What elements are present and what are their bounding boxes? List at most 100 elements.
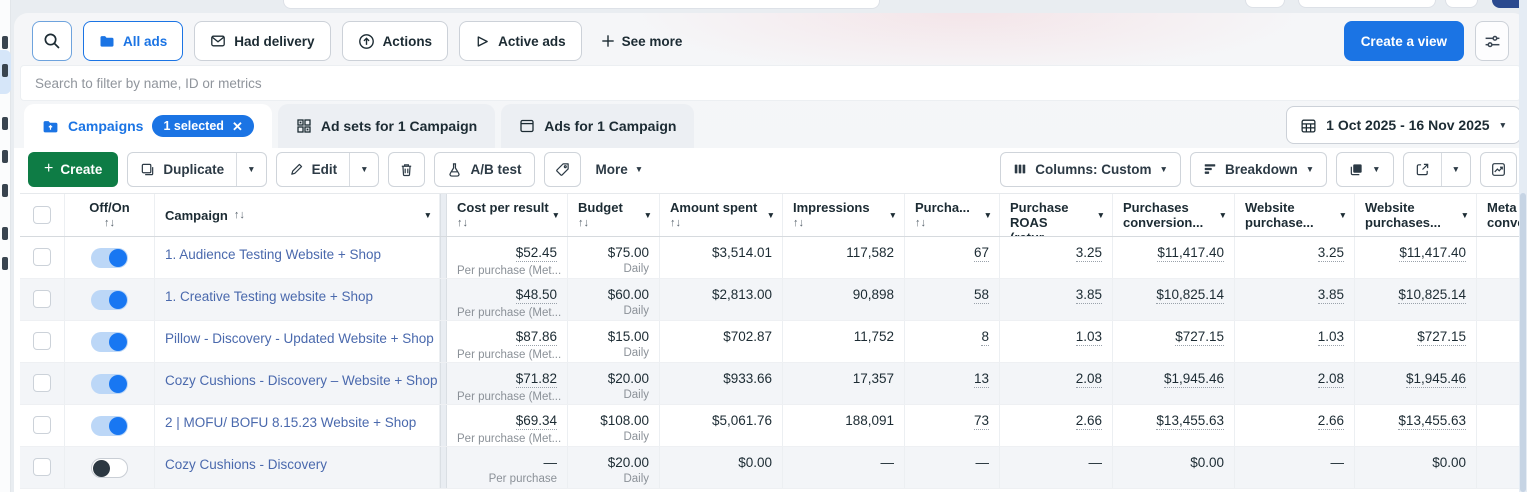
- column-header-off-on[interactable]: Off/On ↑↓: [65, 194, 155, 236]
- column-header-purchase-roas[interactable]: Purchase ROAS (retur... ▼: [1000, 194, 1113, 236]
- create-button[interactable]: + Create: [28, 152, 118, 187]
- rail-icon[interactable]: [2, 150, 8, 163]
- cost-per-result-value[interactable]: $52.45: [516, 245, 557, 262]
- cost-per-result-value[interactable]: $48.50: [516, 287, 557, 304]
- chevron-down-icon[interactable]: ▼: [644, 210, 652, 220]
- sort-icon[interactable]: ↑↓: [75, 217, 144, 229]
- purchases-conversion-value[interactable]: $1,945.46: [1164, 371, 1224, 388]
- chevron-down-icon[interactable]: ▼: [1097, 210, 1105, 220]
- edit-button[interactable]: Edit: [277, 153, 350, 186]
- clear-selection-icon[interactable]: ✕: [232, 120, 243, 133]
- campaign-toggle[interactable]: [91, 374, 128, 394]
- export-options-button[interactable]: ▼: [1441, 153, 1470, 186]
- column-header-website-purchases[interactable]: Website purchases... ▼: [1355, 194, 1477, 236]
- date-range-picker[interactable]: 1 Oct 2025 - 16 Nov 2025 ▼: [1286, 106, 1521, 144]
- column-header-campaign[interactable]: Campaign ↑↓ ▼: [155, 194, 440, 236]
- sort-icon[interactable]: ↑↓: [915, 217, 989, 229]
- cost-per-result-value[interactable]: $69.34: [516, 413, 557, 430]
- budget-value[interactable]: $60.00: [608, 287, 649, 302]
- cost-per-result-value[interactable]: $71.82: [516, 371, 557, 388]
- website-purchase-roas-value[interactable]: 1.03: [1318, 329, 1344, 346]
- vertical-scrollbar[interactable]: [1519, 0, 1527, 492]
- website-purchases-value[interactable]: $0.00: [1432, 455, 1466, 470]
- campaign-name-link[interactable]: Cozy Cushions - Discovery – Website + Sh…: [165, 373, 438, 388]
- filter-pill-actions[interactable]: Actions: [342, 21, 449, 61]
- cost-per-result-value[interactable]: $87.86: [516, 329, 557, 346]
- delete-button[interactable]: [388, 152, 425, 187]
- tab-ad-sets[interactable]: Ad sets for 1 Campaign: [278, 104, 495, 148]
- campaign-toggle[interactable]: [91, 332, 128, 352]
- purchase-roas-value[interactable]: 2.66: [1076, 413, 1102, 430]
- purchases-conversion-value[interactable]: $10,825.14: [1156, 287, 1224, 304]
- website-purchase-roas-value[interactable]: 3.85: [1318, 287, 1344, 304]
- purchase-roas-value[interactable]: 3.85: [1076, 287, 1102, 304]
- sort-icon[interactable]: ↑↓: [793, 217, 894, 229]
- search-filter-button[interactable]: [32, 21, 72, 61]
- website-purchases-value[interactable]: $13,455.63: [1398, 413, 1466, 430]
- row-checkbox[interactable]: [33, 248, 51, 266]
- columns-button[interactable]: Columns: Custom ▼: [1000, 152, 1181, 187]
- campaign-name-link[interactable]: Pillow - Discovery - Updated Website + S…: [165, 331, 434, 346]
- tab-ads[interactable]: Ads for 1 Campaign: [501, 104, 694, 148]
- budget-value[interactable]: $108.00: [600, 413, 649, 428]
- chevron-down-icon[interactable]: ▼: [1461, 210, 1469, 220]
- sort-icon[interactable]: ↑↓: [670, 217, 772, 229]
- purchases-value[interactable]: 13: [974, 371, 989, 388]
- search-input[interactable]: [20, 65, 1521, 101]
- purchases-value[interactable]: 8: [981, 329, 989, 346]
- column-header-meta-conversions[interactable]: Meta conve: [1477, 194, 1521, 236]
- tab-campaigns[interactable]: Campaigns 1 selected ✕: [24, 104, 272, 148]
- view-settings-button[interactable]: [1475, 21, 1509, 61]
- campaign-toggle[interactable]: [91, 248, 128, 268]
- rail-icon[interactable]: [2, 184, 8, 197]
- column-header-amount-spent[interactable]: Amount spent↑↓ ▼: [660, 194, 783, 236]
- breakdown-button[interactable]: Breakdown ▼: [1190, 152, 1327, 187]
- website-purchase-roas-value[interactable]: 2.66: [1318, 413, 1344, 430]
- filter-pill-had-delivery[interactable]: Had delivery: [194, 21, 330, 61]
- chevron-down-icon[interactable]: ▼: [889, 210, 897, 220]
- row-checkbox[interactable]: [33, 332, 51, 350]
- purchases-conversion-value[interactable]: $0.00: [1190, 455, 1224, 470]
- budget-value[interactable]: $75.00: [608, 245, 649, 260]
- rail-icon[interactable]: [2, 257, 8, 270]
- purchases-value[interactable]: 67: [974, 245, 989, 262]
- filter-pill-all-ads[interactable]: All ads: [83, 21, 183, 61]
- purchases-value[interactable]: 73: [974, 413, 989, 430]
- frozen-pane-divider[interactable]: [440, 194, 447, 236]
- row-checkbox[interactable]: [33, 416, 51, 434]
- rail-icon[interactable]: [2, 227, 8, 240]
- rail-icon[interactable]: [2, 36, 8, 49]
- column-header-purchases[interactable]: Purcha...↑↓ ▼: [905, 194, 1000, 236]
- purchases-conversion-value[interactable]: $11,417.40: [1157, 245, 1224, 262]
- campaign-name-link[interactable]: 1. Audience Testing Website + Shop: [165, 247, 381, 262]
- rail-icon[interactable]: [2, 64, 8, 77]
- website-purchases-value[interactable]: $727.15: [1417, 329, 1466, 346]
- filter-pill-active-ads[interactable]: Active ads: [459, 21, 582, 61]
- tag-button[interactable]: [544, 152, 581, 187]
- purchase-roas-value[interactable]: 2.08: [1076, 371, 1102, 388]
- purchases-conversion-value[interactable]: $13,455.63: [1156, 413, 1224, 430]
- duplicate-button[interactable]: Duplicate: [128, 153, 236, 186]
- chevron-down-icon[interactable]: ▼: [984, 210, 992, 220]
- cost-per-result-value[interactable]: —: [544, 455, 558, 470]
- budget-value[interactable]: $20.00: [608, 371, 649, 386]
- chevron-down-icon[interactable]: ▼: [1339, 210, 1347, 220]
- column-header-website-purchase-roas[interactable]: Website purchase... ▼: [1235, 194, 1355, 236]
- campaign-name-link[interactable]: 2 | MOFU/ BOFU 8.15.23 Website + Shop: [165, 415, 416, 430]
- website-purchases-value[interactable]: $11,417.40: [1399, 245, 1466, 262]
- export-button[interactable]: [1404, 153, 1441, 186]
- budget-value[interactable]: $15.00: [608, 329, 649, 344]
- website-purchase-roas-value[interactable]: —: [1331, 455, 1345, 470]
- campaign-toggle[interactable]: [91, 290, 128, 310]
- row-checkbox[interactable]: [33, 374, 51, 392]
- sort-icon[interactable]: ↑↓: [578, 217, 649, 229]
- create-a-view-button[interactable]: Create a view: [1344, 21, 1464, 61]
- chevron-down-icon[interactable]: ▼: [552, 210, 560, 220]
- sort-icon[interactable]: ↑↓: [234, 209, 245, 221]
- reports-button[interactable]: ▼: [1337, 153, 1392, 186]
- row-checkbox[interactable]: [33, 290, 51, 308]
- chevron-down-icon[interactable]: ▼: [424, 210, 432, 220]
- see-more-button[interactable]: See more: [593, 34, 691, 49]
- ab-test-button[interactable]: A/B test: [434, 152, 534, 187]
- purchases-value[interactable]: 58: [974, 287, 989, 304]
